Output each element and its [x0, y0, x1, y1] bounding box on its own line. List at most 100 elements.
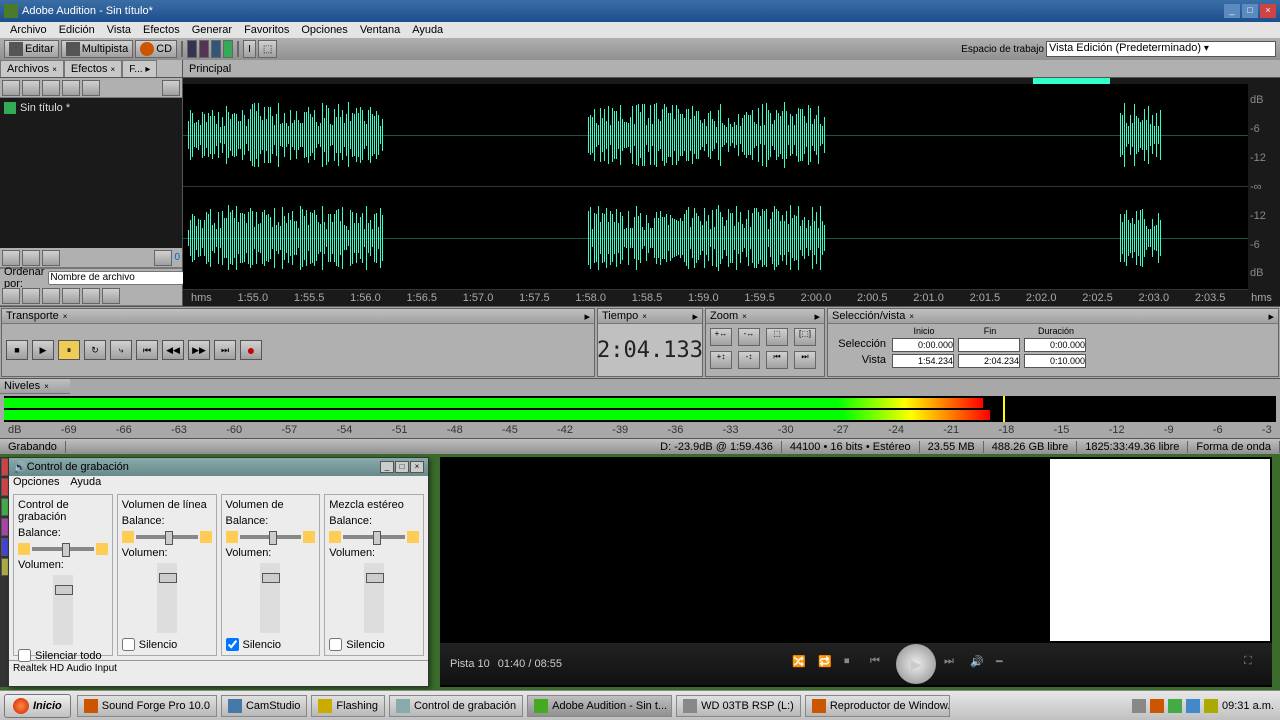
sort-input[interactable] — [48, 271, 184, 285]
tray-icon-2[interactable] — [1150, 699, 1164, 713]
volume-slider-line[interactable] — [157, 563, 177, 633]
play-skip-button[interactable]: ⤷ — [110, 340, 132, 360]
waveform-display[interactable] — [183, 84, 1248, 290]
mp-prev-button[interactable]: ⏮ — [870, 655, 888, 673]
volume-icon[interactable] — [154, 250, 172, 266]
task-flashing[interactable]: Flashing — [311, 695, 385, 717]
volume-slider-stereo[interactable] — [364, 563, 384, 633]
file-list[interactable]: Sin título * — [0, 98, 182, 248]
zoom-in-v-button[interactable]: +↕ — [710, 351, 732, 369]
marquee-tool-button[interactable]: ⬚ — [258, 40, 277, 58]
tab-more[interactable]: F... ▸ — [122, 60, 157, 77]
rec-menu-opciones[interactable]: Opciones — [13, 476, 59, 488]
balance-slider-line[interactable] — [136, 535, 198, 539]
tray-icon-5[interactable] — [1204, 699, 1218, 713]
mp-mute-button[interactable]: 🔊 — [970, 655, 988, 673]
task-recording[interactable]: Control de grabación — [389, 695, 523, 717]
import-button[interactable] — [2, 80, 20, 96]
goto-end-button[interactable]: ⏭ — [214, 340, 236, 360]
panel-menu-button[interactable] — [162, 80, 180, 96]
balance-slider[interactable] — [32, 547, 94, 551]
balance-slider-stereo[interactable] — [343, 535, 405, 539]
rec-max-button[interactable]: □ — [395, 461, 409, 473]
forward-button[interactable]: ▶▶ — [188, 340, 210, 360]
level-meter[interactable] — [4, 396, 1276, 422]
edit-mode-button[interactable]: Editar — [4, 40, 59, 58]
tab-efectos[interactable]: Efectos× — [64, 60, 122, 77]
rec-close-button[interactable]: × — [410, 461, 424, 473]
timeline-ruler[interactable]: hms1:55.01:55.51:56.01:56.51:57.01:57.51… — [183, 290, 1280, 306]
rec-menu-ayuda[interactable]: Ayuda — [70, 476, 101, 488]
zoom-left-button[interactable]: ⏮ — [766, 351, 788, 369]
mute-line-checkbox[interactable] — [122, 638, 135, 651]
play-file-button[interactable] — [2, 250, 20, 266]
view-thumb-button[interactable] — [42, 288, 60, 304]
sel-dur-input[interactable] — [1024, 338, 1086, 352]
filter-button[interactable] — [82, 288, 100, 304]
options-button[interactable] — [82, 80, 100, 96]
autoplay-button[interactable] — [42, 250, 60, 266]
task-wd[interactable]: WD 03TB RSP (L:) — [676, 695, 801, 717]
zoom-sel-button[interactable]: [⬚] — [794, 328, 816, 346]
zoom-out-v-button[interactable]: -↕ — [738, 351, 760, 369]
task-audition[interactable]: Adobe Audition - Sin t... — [527, 695, 672, 717]
volume-slider-vol[interactable] — [260, 563, 280, 633]
mp-stop-button[interactable]: ⏹ — [844, 655, 862, 673]
zoom-in-h-button[interactable]: +↔ — [710, 328, 732, 346]
selection-close[interactable]: × — [909, 312, 914, 321]
zoom-close[interactable]: × — [742, 312, 747, 321]
cursor-tool-button[interactable]: I — [243, 40, 256, 58]
mute-stereo-checkbox[interactable] — [329, 638, 342, 651]
view-detail-button[interactable] — [22, 288, 40, 304]
task-wmp[interactable]: Reproductor de Window... — [805, 695, 950, 717]
menu-vista[interactable]: Vista — [101, 24, 137, 36]
tray-icon-1[interactable] — [1132, 699, 1146, 713]
view-wave-button[interactable] — [187, 40, 197, 58]
mp-shuffle-button[interactable]: 🔀 — [792, 655, 810, 673]
workspace-selector[interactable]: Vista Edición (Predeterminado) ▾ — [1046, 41, 1276, 57]
stop-button[interactable]: ■ — [6, 340, 28, 360]
menu-ventana[interactable]: Ventana — [354, 24, 406, 36]
edit-file-button[interactable] — [62, 80, 80, 96]
view-end-input[interactable] — [958, 354, 1020, 368]
cd-button[interactable]: CD — [135, 40, 177, 58]
sel-start-input[interactable] — [892, 338, 954, 352]
more-button[interactable] — [102, 288, 120, 304]
tiempo-close[interactable]: × — [642, 312, 647, 321]
close-file-button[interactable] — [22, 80, 40, 96]
mp-fullscreen-button[interactable]: ⛶ — [1244, 655, 1262, 673]
menu-edicion[interactable]: Edición — [53, 24, 101, 36]
play-button[interactable]: ▶ — [32, 340, 54, 360]
view-start-input[interactable] — [892, 354, 954, 368]
goto-start-button[interactable]: ⏮ — [136, 340, 158, 360]
niveles-close[interactable]: × — [44, 382, 49, 391]
file-item[interactable]: Sin título * — [4, 102, 178, 114]
rec-min-button[interactable]: _ — [380, 461, 394, 473]
menu-generar[interactable]: Generar — [186, 24, 238, 36]
menu-archivo[interactable]: Archivo — [4, 24, 53, 36]
zoom-out-h-button[interactable]: -↔ — [738, 328, 760, 346]
zoom-full-button[interactable]: ⬚ — [766, 328, 788, 346]
view-list-button[interactable] — [2, 288, 20, 304]
task-soundforge[interactable]: Sound Forge Pro 10.0 — [77, 695, 217, 717]
menu-opciones[interactable]: Opciones — [295, 24, 353, 36]
mute-vol-checkbox[interactable] — [226, 638, 239, 651]
multitrack-button[interactable]: Multipista — [61, 40, 133, 58]
volume-slider[interactable] — [53, 575, 73, 645]
menu-efectos[interactable]: Efectos — [137, 24, 186, 36]
view-pan-button[interactable] — [211, 40, 221, 58]
mute-all-checkbox[interactable] — [18, 649, 31, 662]
view-grid-button[interactable] — [62, 288, 80, 304]
maximize-button[interactable]: □ — [1242, 4, 1258, 18]
close-button[interactable]: × — [1260, 4, 1276, 18]
loop-file-button[interactable] — [22, 250, 40, 266]
view-spectral-button[interactable] — [199, 40, 209, 58]
mp-repeat-button[interactable]: 🔁 — [818, 655, 836, 673]
rewind-button[interactable]: ◀◀ — [162, 340, 184, 360]
sel-end-input[interactable] — [958, 338, 1020, 352]
play-loop-button[interactable]: ↻ — [84, 340, 106, 360]
menu-ayuda[interactable]: Ayuda — [406, 24, 449, 36]
start-button[interactable]: Inicio — [4, 694, 71, 718]
mp-vol-slider[interactable]: ━ — [996, 655, 1014, 673]
menu-favoritos[interactable]: Favoritos — [238, 24, 295, 36]
